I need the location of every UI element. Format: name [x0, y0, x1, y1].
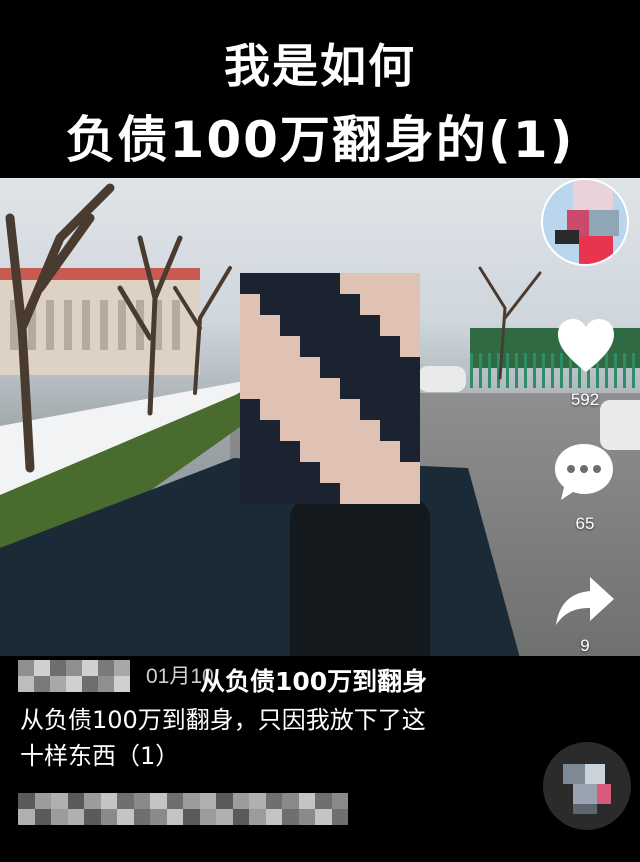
post-caption: 从负债100万到翻身，只因我放下了这 十样东西（1）	[20, 702, 490, 774]
share-count: 9	[580, 636, 590, 655]
caption-line-1: 从负债100万到翻身，只因我放下了这	[20, 706, 426, 734]
username-blurred[interactable]	[18, 660, 130, 692]
video-player[interactable]	[0, 178, 640, 656]
title-line-2: 负债100万翻身的(1)	[65, 111, 575, 169]
pixelated-face	[240, 273, 420, 504]
person-sweater	[290, 498, 430, 656]
title-line-1: 我是如何	[224, 39, 416, 93]
share-arrow-icon[interactable]	[554, 575, 616, 627]
caption-line-2: 十样东西（1）	[20, 742, 180, 770]
comment-bubble-icon[interactable]	[553, 442, 615, 502]
title-banner: 我是如何 负债100万翻身的(1)	[0, 0, 640, 178]
like-count: 592	[570, 390, 600, 409]
comment-count: 65	[575, 514, 595, 533]
heart-icon[interactable]	[556, 318, 616, 374]
music-title-blurred[interactable]	[18, 793, 348, 825]
topic-overlay: 从负债100万到翻身	[200, 667, 428, 696]
music-disc-icon[interactable]	[543, 742, 631, 830]
user-avatar[interactable]	[541, 178, 629, 266]
